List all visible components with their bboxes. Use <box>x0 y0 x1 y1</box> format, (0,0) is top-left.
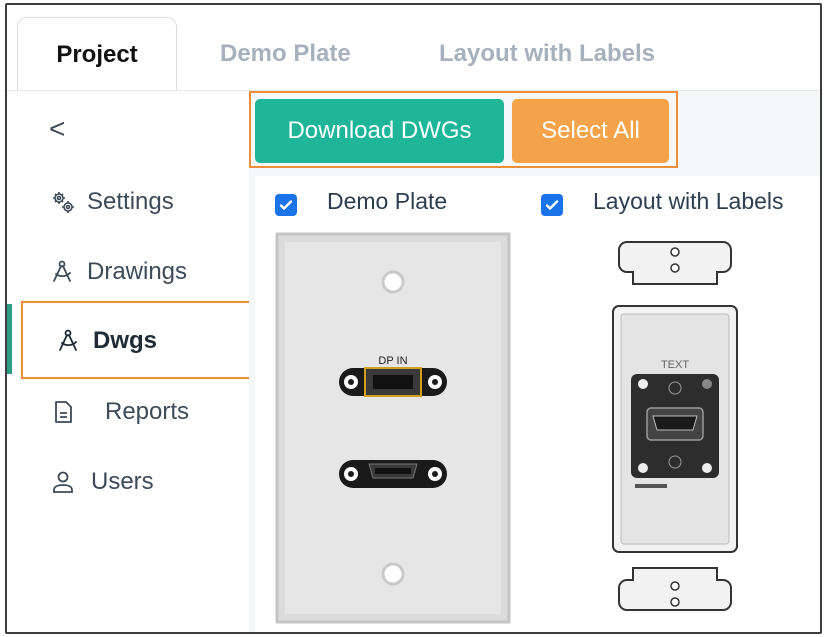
user-icon <box>49 468 77 496</box>
sidebar-item-label: Settings <box>87 188 174 215</box>
gears-icon <box>49 188 77 216</box>
demo-plate-checkbox[interactable] <box>275 194 297 216</box>
main-content: Download DWGs Select All Demo Plate DP I… <box>249 91 820 632</box>
app-window: Project Demo Plate Layout with Labels < … <box>5 3 822 634</box>
demo-plate-thumbnail[interactable]: DP IN <box>275 232 511 624</box>
sidebar-item-drawings[interactable]: Drawings <box>7 241 247 303</box>
layout-with-labels-checkbox[interactable] <box>541 194 563 216</box>
document-icon <box>49 398 77 426</box>
demo-plate-label: Demo Plate <box>327 188 448 214</box>
layout-with-labels-thumbnail[interactable]: TEXT <box>607 238 743 614</box>
tab-layout-with-labels[interactable]: Layout with Labels <box>439 17 655 90</box>
sidebar-item-dwgs[interactable]: Dwgs <box>7 310 247 372</box>
tab-demo-plate[interactable]: Demo Plate <box>220 17 351 90</box>
sidebar-item-label: Users <box>91 468 154 495</box>
checkmark-icon <box>545 200 559 210</box>
layout-with-labels-label: Layout with Labels <box>593 188 784 214</box>
sidebar-item-settings[interactable]: Settings <box>7 171 247 233</box>
sidebar-item-label: Drawings <box>87 258 188 285</box>
sidebar-item-reports[interactable]: Reports <box>7 381 247 443</box>
sidebar-item-label: Dwgs <box>93 327 158 354</box>
download-dwgs-button[interactable]: Download DWGs <box>255 99 504 163</box>
sidebar: < Settings Drawings Dwgs Reports Users <box>7 91 257 632</box>
tab-bar: Project Demo Plate Layout with Labels <box>7 5 820 91</box>
collapse-sidebar-button[interactable]: < <box>49 113 65 145</box>
checkmark-icon <box>279 200 293 210</box>
tab-project[interactable]: Project <box>17 17 177 90</box>
select-all-button[interactable]: Select All <box>512 99 669 163</box>
compass-icon <box>55 327 83 355</box>
compass-icon <box>49 258 77 286</box>
connector-label: DP IN <box>378 355 407 367</box>
drawings-panel: Demo Plate DP IN Layout with Labels TEXT <box>255 176 820 632</box>
plate-text-label: TEXT <box>661 359 689 371</box>
sidebar-item-label: Reports <box>105 398 190 425</box>
sidebar-item-users[interactable]: Users <box>7 451 247 513</box>
